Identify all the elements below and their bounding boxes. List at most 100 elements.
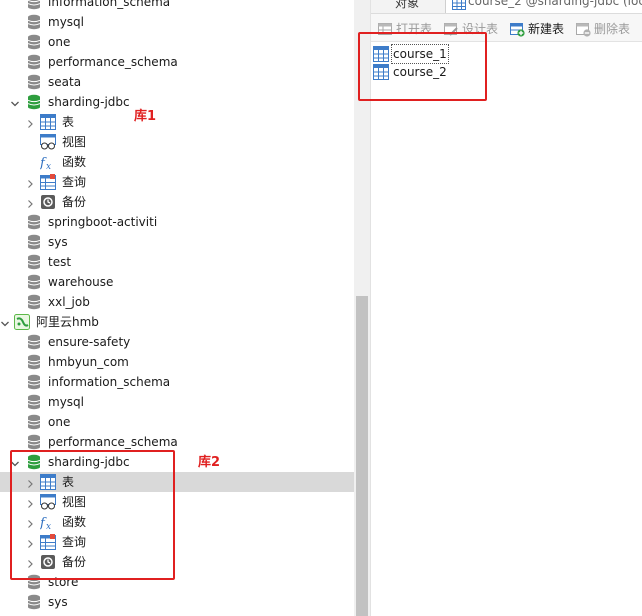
tree-item-label: xxl_job — [48, 295, 90, 309]
tree-item[interactable]: 查询 — [0, 532, 354, 552]
tree-scrollbar[interactable] — [354, 0, 370, 616]
database-icon — [26, 214, 42, 230]
tree-item[interactable]: test — [0, 252, 354, 272]
database-icon — [26, 274, 42, 290]
tree-item[interactable]: 查询 — [0, 172, 354, 192]
chevron-down-icon[interactable] — [9, 456, 21, 468]
tree-item-label: 视图 — [62, 135, 87, 149]
tab-bar: 对象 course_2 @sharding-jdbc (loc — [371, 0, 642, 14]
table-icon — [452, 0, 466, 10]
annotation-label-db2: 库2 — [198, 455, 221, 470]
tree-item[interactable]: f x 函数 — [0, 512, 354, 532]
tree-item-label: ensure-safety — [48, 335, 131, 349]
tree-item[interactable]: mysql — [0, 392, 354, 412]
tree-item[interactable]: sharding-jdbc — [0, 452, 354, 472]
function-icon: fx — [39, 154, 56, 172]
object-item-label: course_2 — [393, 65, 447, 79]
tree-item[interactable]: 阿里云hmb — [0, 312, 354, 332]
tree-item[interactable]: warehouse — [0, 272, 354, 292]
tree-item-label: store — [48, 575, 79, 589]
tree-item[interactable]: store — [0, 572, 354, 592]
tree-item[interactable]: one — [0, 412, 354, 432]
table-icon — [40, 474, 56, 490]
tree-item[interactable]: seata — [0, 72, 354, 92]
database-icon — [26, 0, 42, 10]
tree-item[interactable]: sys — [0, 232, 354, 252]
database-icon — [26, 234, 42, 250]
database-icon — [26, 414, 42, 430]
tree-item-label: seata — [48, 75, 82, 89]
tree-item[interactable]: information_schema — [0, 372, 354, 392]
chevron-right-icon[interactable] — [24, 476, 36, 488]
database-icon — [26, 254, 42, 270]
chevron-right-icon[interactable] — [24, 516, 36, 528]
chevron-right-icon[interactable] — [24, 556, 36, 568]
database-icon — [26, 374, 42, 390]
database-icon — [26, 394, 42, 410]
tree-item[interactable]: information_schema — [0, 0, 354, 12]
tree-item-label: one — [48, 35, 71, 49]
design-table-label: 设计表 — [462, 22, 499, 36]
view-icon — [40, 134, 56, 150]
tree-item[interactable]: ensure-safety — [0, 332, 354, 352]
tree-item[interactable]: performance_schema — [0, 432, 354, 452]
tree-item[interactable]: one — [0, 32, 354, 52]
tree-item[interactable]: springboot-activiti — [0, 212, 354, 232]
object-toolbar: 打开表 设计表 新建表 删除表 — [371, 14, 642, 42]
tree-item-label: springboot-activiti — [48, 215, 158, 229]
tree-item-label: 函数 — [62, 155, 87, 169]
view-icon — [40, 494, 56, 510]
tree-item-label: 备份 — [62, 555, 87, 569]
chevron-down-icon[interactable] — [0, 316, 11, 328]
database-icon — [26, 14, 42, 30]
database-open-icon — [26, 94, 42, 110]
chevron-right-icon[interactable] — [24, 196, 36, 208]
chevron-right-icon[interactable] — [24, 176, 36, 188]
tree-item-label: information_schema — [48, 375, 171, 389]
tree-item[interactable]: 表 — [0, 472, 354, 492]
tree-scrollbar-thumb[interactable] — [356, 296, 368, 616]
tree-item[interactable]: f x 函数 — [0, 152, 354, 172]
object-list[interactable]: course_1 course_2 — [371, 42, 642, 616]
object-panel: 对象 course_2 @sharding-jdbc (loc 打开表 设计表 … — [370, 0, 642, 616]
chevron-down-icon[interactable] — [9, 96, 21, 108]
tree-item[interactable]: sharding-jdbc — [0, 92, 354, 112]
database-icon — [26, 574, 42, 590]
chevron-right-icon[interactable] — [24, 536, 36, 548]
tab-objects[interactable]: 对象 — [395, 0, 419, 11]
tree-item-label: test — [48, 255, 72, 269]
database-icon — [26, 434, 42, 450]
function-icon: fx — [39, 514, 56, 532]
tree-item[interactable]: mysql — [0, 12, 354, 32]
tree-item-label: one — [48, 415, 71, 429]
tree-item-label: performance_schema — [48, 55, 178, 69]
query-icon — [40, 174, 56, 190]
table-icon — [373, 46, 389, 62]
tree-item-label: 查询 — [62, 175, 87, 189]
tab-course-2[interactable]: course_2 @sharding-jdbc (loc — [445, 0, 642, 13]
tree-item[interactable]: 表 — [0, 112, 354, 132]
tree-item[interactable]: 备份 — [0, 552, 354, 572]
object-item-label: course_1 — [391, 44, 449, 64]
tree-item-label: 表 — [62, 115, 75, 129]
tree-item[interactable]: performance_schema — [0, 52, 354, 72]
tree-item[interactable]: sys — [0, 592, 354, 612]
database-icon — [26, 34, 42, 50]
chevron-right-icon[interactable] — [24, 116, 36, 128]
tree-item[interactable]: 视图 — [0, 492, 354, 512]
tree-item-label: 阿里云hmb — [36, 315, 99, 329]
tree-item[interactable]: 备份 — [0, 192, 354, 212]
tree-item-label: 查询 — [62, 535, 87, 549]
tree-item[interactable]: xxl_job — [0, 292, 354, 312]
database-icon — [26, 594, 42, 610]
database-icon — [26, 354, 42, 370]
delete-table-label: 删除表 — [594, 22, 631, 36]
svg-text:x: x — [46, 522, 51, 530]
chevron-right-icon[interactable] — [24, 496, 36, 508]
query-icon — [40, 534, 56, 550]
tab-course-2-label: course_2 @sharding-jdbc (loc — [468, 0, 642, 8]
navigation-tree[interactable]: information_schema mysql one performance_sc… — [0, 0, 354, 616]
tree-item-label: warehouse — [48, 275, 114, 289]
tree-item[interactable]: hmbyun_com — [0, 352, 354, 372]
tree-item[interactable]: 视图 — [0, 132, 354, 152]
